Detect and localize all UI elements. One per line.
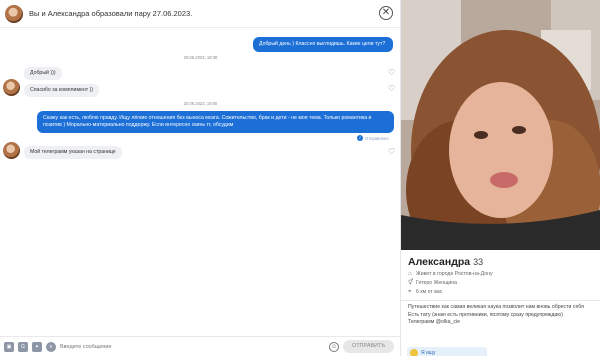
heart-icon[interactable]: ♡ (387, 148, 396, 156)
about-line: Телеграмм @olka_cie (408, 319, 461, 325)
profile-distance: ⌖ 6 км от вас (408, 289, 442, 295)
sent-status-label: Отправлено (365, 135, 389, 141)
avatar[interactable] (3, 142, 20, 159)
chat-header: Вы и Александра образовали пару 27.06.20… (0, 0, 401, 28)
send-button[interactable]: ОТПРАВИТЬ (343, 340, 394, 353)
emoji-icon[interactable]: ☺ (329, 342, 339, 352)
profile-orientation: ⚥ Гетеро Женщина (408, 280, 457, 286)
profile-orientation-text: Гетеро Женщина (416, 280, 457, 286)
close-icon[interactable]: ✕ (379, 6, 393, 20)
divider (401, 300, 600, 301)
gif-icon[interactable]: G (18, 341, 28, 352)
message-input[interactable] (60, 341, 320, 353)
looking-for-card: Я ищу (407, 347, 487, 356)
date-separator: 20.06.2023, 18:30 (183, 55, 218, 60)
avatar[interactable] (5, 4, 23, 23)
message-outgoing: Добрый день ) Классно выглядишь. Какие ц… (253, 37, 393, 52)
about-line: Путешествие как самая великая наука позв… (408, 304, 584, 310)
profile-city: ⌂ Живет в городе Ростов-на-Дону (408, 271, 493, 277)
match-title: Вы и Александра образовали пару 27.06.20… (29, 9, 193, 18)
message-outgoing: Скажу как есть, люблю правду. Ищу лёгкие… (37, 111, 394, 133)
location-icon: ⌖ (408, 289, 412, 295)
about-line: Есть тату (знаю есть противники, поэтому… (408, 311, 563, 318)
date-separator: 20.06.2023, 19:00 (183, 101, 218, 106)
profile-name-text: Александра (408, 256, 471, 268)
avatar[interactable] (3, 79, 20, 96)
heart-icon[interactable]: ♡ (387, 85, 396, 93)
profile-panel: Александра 33 ⌂ Живет в городе Ростов-на… (401, 0, 600, 356)
heart-icon[interactable]: ♡ (387, 69, 396, 77)
chat-panel: Вы и Александра образовали пару 27.06.20… (0, 0, 401, 356)
message-incoming: Добрый ))) (24, 67, 62, 80)
home-icon: ⌂ (408, 271, 412, 277)
gender-icon: ⚥ (408, 280, 414, 286)
sent-status: ✓ Отправлено (357, 135, 389, 141)
emoji-icon (410, 349, 418, 356)
message-incoming: Мой телеграмм указан на странице (24, 146, 122, 159)
image-icon[interactable]: ▣ (4, 341, 14, 352)
looking-for-label: Я ищу (421, 350, 436, 356)
profile-distance-text: 6 км от вас (416, 289, 443, 295)
profile-photo[interactable] (401, 0, 600, 250)
check-icon: ✓ (357, 135, 363, 141)
message-list: Добрый день ) Классно выглядишь. Какие ц… (0, 28, 401, 330)
message-incoming: Спасибо за комплимент )) (24, 84, 100, 97)
list-icon[interactable]: ≡ (46, 341, 56, 352)
profile-photo-image (401, 0, 600, 250)
sticker-icon[interactable]: ✦ (32, 341, 42, 352)
profile-about: Путешествие как самая великая наука позв… (408, 304, 596, 327)
profile-age: 33 (473, 257, 484, 267)
profile-city-text: Живет в городе Ростов-на-Дону (416, 271, 493, 277)
composer: ▣ G ✦ ≡ ☺ ОТПРАВИТЬ (0, 336, 401, 356)
profile-name: Александра 33 (408, 256, 483, 268)
